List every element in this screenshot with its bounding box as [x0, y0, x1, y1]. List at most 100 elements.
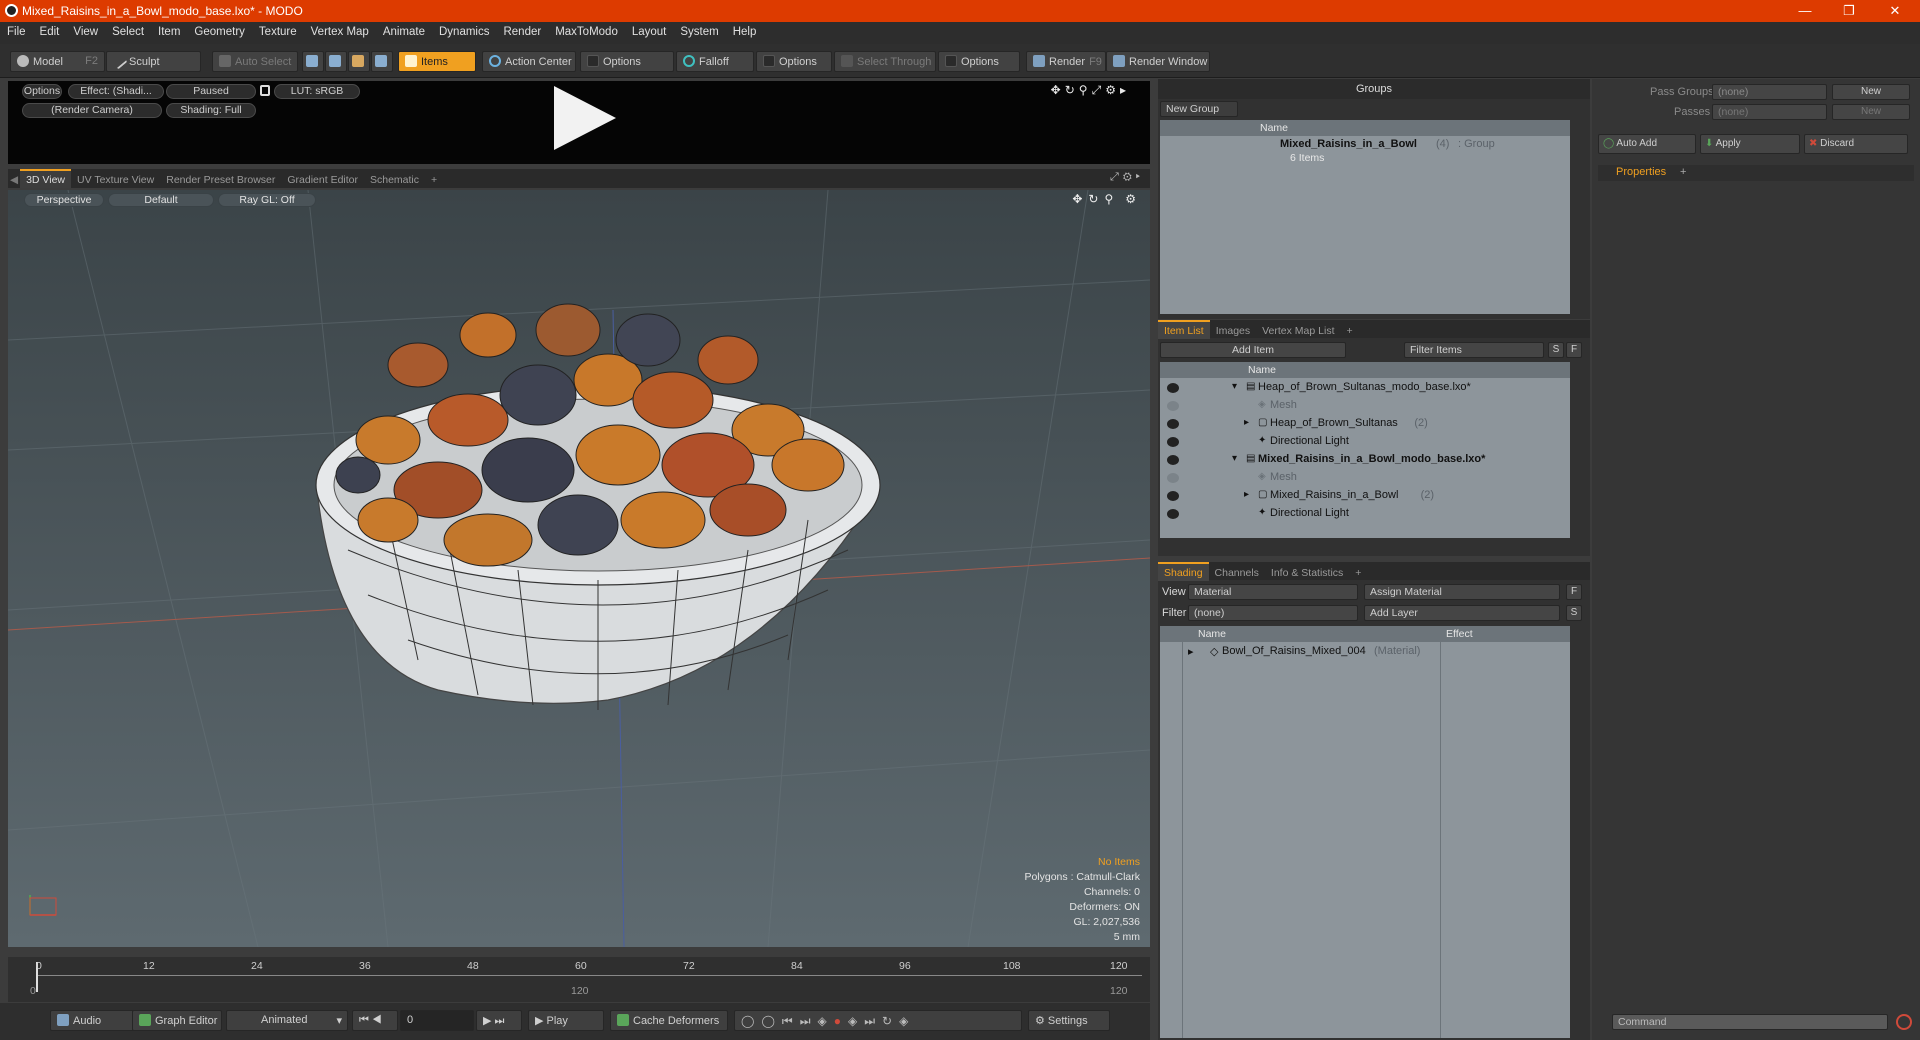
lock-icon[interactable] — [260, 85, 270, 96]
shading-dropdown[interactable]: Shading: Full — [166, 103, 256, 118]
edges-mode-button[interactable] — [325, 51, 347, 72]
zoom-icon[interactable]: ⚲ — [1104, 192, 1119, 206]
auto-add-button[interactable]: ◯ Auto Add — [1598, 134, 1696, 154]
visibility-eye-icon[interactable] — [1167, 383, 1179, 393]
key-icon[interactable]: ◯ — [761, 1014, 781, 1028]
add-tab-button[interactable]: + — [1341, 322, 1359, 341]
forward-buttons[interactable]: ▶⏭ — [476, 1010, 522, 1031]
visibility-eye-icon[interactable] — [1167, 419, 1179, 429]
assign-material-button[interactable]: Assign Material — [1364, 584, 1560, 600]
key-all-icon[interactable]: ◈ — [848, 1014, 864, 1028]
expand-arrow-icon[interactable]: ▸ — [1244, 417, 1249, 428]
style-dropdown[interactable]: Default — [108, 193, 214, 207]
add-layer-dropdown[interactable]: Add Layer — [1364, 605, 1560, 621]
step-forward-icon[interactable]: ▶ — [483, 1015, 494, 1027]
tab-info-statistics[interactable]: Info & Statistics — [1265, 564, 1349, 583]
action-center-button[interactable]: Action Center — [482, 51, 576, 72]
restore-icon[interactable]: ❐ — [1826, 0, 1872, 22]
auto-select-button[interactable]: Auto Select — [212, 51, 298, 72]
tab-3d-view[interactable]: 3D View — [20, 169, 71, 188]
select-through-button[interactable]: Select Through — [834, 51, 936, 72]
tab-schematic[interactable]: Schematic — [364, 171, 425, 190]
visibility-eye-icon[interactable] — [1167, 455, 1179, 465]
pass-groups-dropdown[interactable]: (none) — [1712, 84, 1827, 100]
menu-edit[interactable]: Edit — [33, 22, 67, 38]
s-button[interactable]: S — [1548, 342, 1564, 358]
go-end-icon[interactable]: ⏭ — [494, 1015, 507, 1027]
discard-button[interactable]: ✖ Discard — [1804, 134, 1908, 154]
zoom-icon[interactable]: ⚲ — [1079, 83, 1092, 97]
key-set-icon[interactable]: ◈ — [818, 1014, 834, 1028]
menu-vertex-map[interactable]: Vertex Map — [304, 22, 376, 38]
tab-images[interactable]: Images — [1210, 322, 1256, 341]
render-button[interactable]: Render F9 — [1026, 51, 1106, 72]
record-macro-icon[interactable] — [1896, 1014, 1912, 1030]
add-item-dropdown[interactable]: Add Item — [1160, 342, 1346, 358]
go-start-icon[interactable]: ⏮ — [359, 1014, 372, 1026]
add-tab-button[interactable]: + — [425, 171, 443, 190]
add-tab-button[interactable]: + — [1680, 166, 1686, 178]
model-button[interactable]: Model F2 — [10, 51, 105, 72]
new-pass-button[interactable]: New — [1832, 104, 1910, 120]
sculpt-button[interactable]: Sculpt — [106, 51, 201, 72]
3d-viewport[interactable]: Perspective Default Ray GL: Off ✥↻⚲ ⚙ No … — [8, 190, 1150, 947]
arrow-right-icon[interactable]: ▸ — [1136, 171, 1144, 183]
record-icon[interactable]: ● — [834, 1014, 848, 1028]
apply-button[interactable]: ⬇ Apply — [1700, 134, 1800, 154]
cache-deformers-button[interactable]: Cache Deformers — [610, 1010, 728, 1031]
render-window-button[interactable]: Render Window — [1106, 51, 1210, 72]
tab-gradient-editor[interactable]: Gradient Editor — [281, 171, 364, 190]
new-pass-group-button[interactable]: New — [1832, 84, 1910, 100]
key-icon[interactable]: ◯ — [741, 1014, 761, 1028]
step-back-icon[interactable]: ◀ — [372, 1014, 385, 1026]
graph-editor-button[interactable]: Graph Editor — [132, 1010, 222, 1031]
vertices-mode-button[interactable] — [302, 51, 324, 72]
polygons-mode-button[interactable] — [348, 51, 370, 72]
audio-button[interactable]: Audio — [50, 1010, 134, 1031]
key-tools[interactable]: ◯◯⏮⏭◈●◈⏭↻◈ — [734, 1010, 1022, 1031]
visibility-eye-icon[interactable] — [1167, 491, 1179, 501]
filter-dropdown[interactable]: (none) — [1188, 605, 1358, 621]
play-icon[interactable] — [554, 86, 616, 150]
raygl-dropdown[interactable]: Ray GL: Off — [218, 193, 316, 207]
minimize-icon[interactable]: — — [1782, 0, 1828, 22]
close-icon[interactable]: ✕ — [1872, 0, 1918, 22]
jump-icon[interactable]: ⏭ — [864, 1014, 882, 1028]
tab-uv-texture-view[interactable]: UV Texture View — [71, 171, 160, 190]
items-mode-button[interactable]: Items — [398, 51, 476, 72]
fullscreen-icon[interactable]: ⤢ — [1092, 83, 1106, 97]
menu-item[interactable]: Item — [151, 22, 187, 38]
gear-icon[interactable]: ⚙ — [1105, 83, 1120, 97]
tab-channels[interactable]: Channels — [1209, 564, 1265, 583]
tab-render-preset-browser[interactable]: Render Preset Browser — [160, 171, 281, 190]
frame-field[interactable]: 0 — [400, 1010, 474, 1031]
visibility-eye-icon[interactable] — [1167, 473, 1179, 483]
perspective-dropdown[interactable]: Perspective — [24, 193, 104, 207]
select-through-options-button[interactable]: Options — [938, 51, 1020, 72]
menu-geometry[interactable]: Geometry — [187, 22, 252, 38]
new-group-button[interactable]: New Group — [1160, 101, 1238, 117]
gear-icon[interactable]: ⚙ — [1125, 192, 1142, 206]
animated-dropdown[interactable]: Animated ▾ — [226, 1010, 348, 1031]
expand-arrow-icon[interactable]: ▸ — [1244, 489, 1249, 500]
rewind-buttons[interactable]: ⏮◀ — [352, 1010, 398, 1031]
falloff-options-button[interactable]: Options — [756, 51, 832, 72]
menu-select[interactable]: Select — [105, 22, 151, 38]
item-row[interactable]: ▾ ▤ Heap_of_Brown_Sultanas_modo_base.lxo* — [1160, 380, 1570, 398]
menu-texture[interactable]: Texture — [252, 22, 304, 38]
collapse-arrow-icon[interactable]: ▾ — [1232, 381, 1237, 392]
menu-help[interactable]: Help — [726, 22, 764, 38]
tab-item-list[interactable]: Item List — [1158, 320, 1210, 339]
visibility-eye-icon[interactable] — [1167, 401, 1179, 411]
menu-render[interactable]: Render — [496, 22, 548, 38]
tab-vertex-map-list[interactable]: Vertex Map List — [1256, 322, 1340, 341]
item-row[interactable]: ◈ Mesh — [1160, 398, 1570, 416]
paused-toggle[interactable]: Paused — [166, 84, 256, 99]
effect-dropdown[interactable]: Effect: (Shadi... — [68, 84, 164, 99]
timeline[interactable]: 0 12 24 36 48 60 72 84 96 108 120 0 120 … — [8, 957, 1150, 1002]
falloff-button[interactable]: Falloff — [676, 51, 754, 72]
add-tab-button[interactable]: + — [1349, 564, 1367, 583]
menu-view[interactable]: View — [66, 22, 105, 38]
pan-icon[interactable]: ✥ — [1072, 192, 1088, 206]
camera-dropdown[interactable]: (Render Camera) — [22, 103, 162, 118]
